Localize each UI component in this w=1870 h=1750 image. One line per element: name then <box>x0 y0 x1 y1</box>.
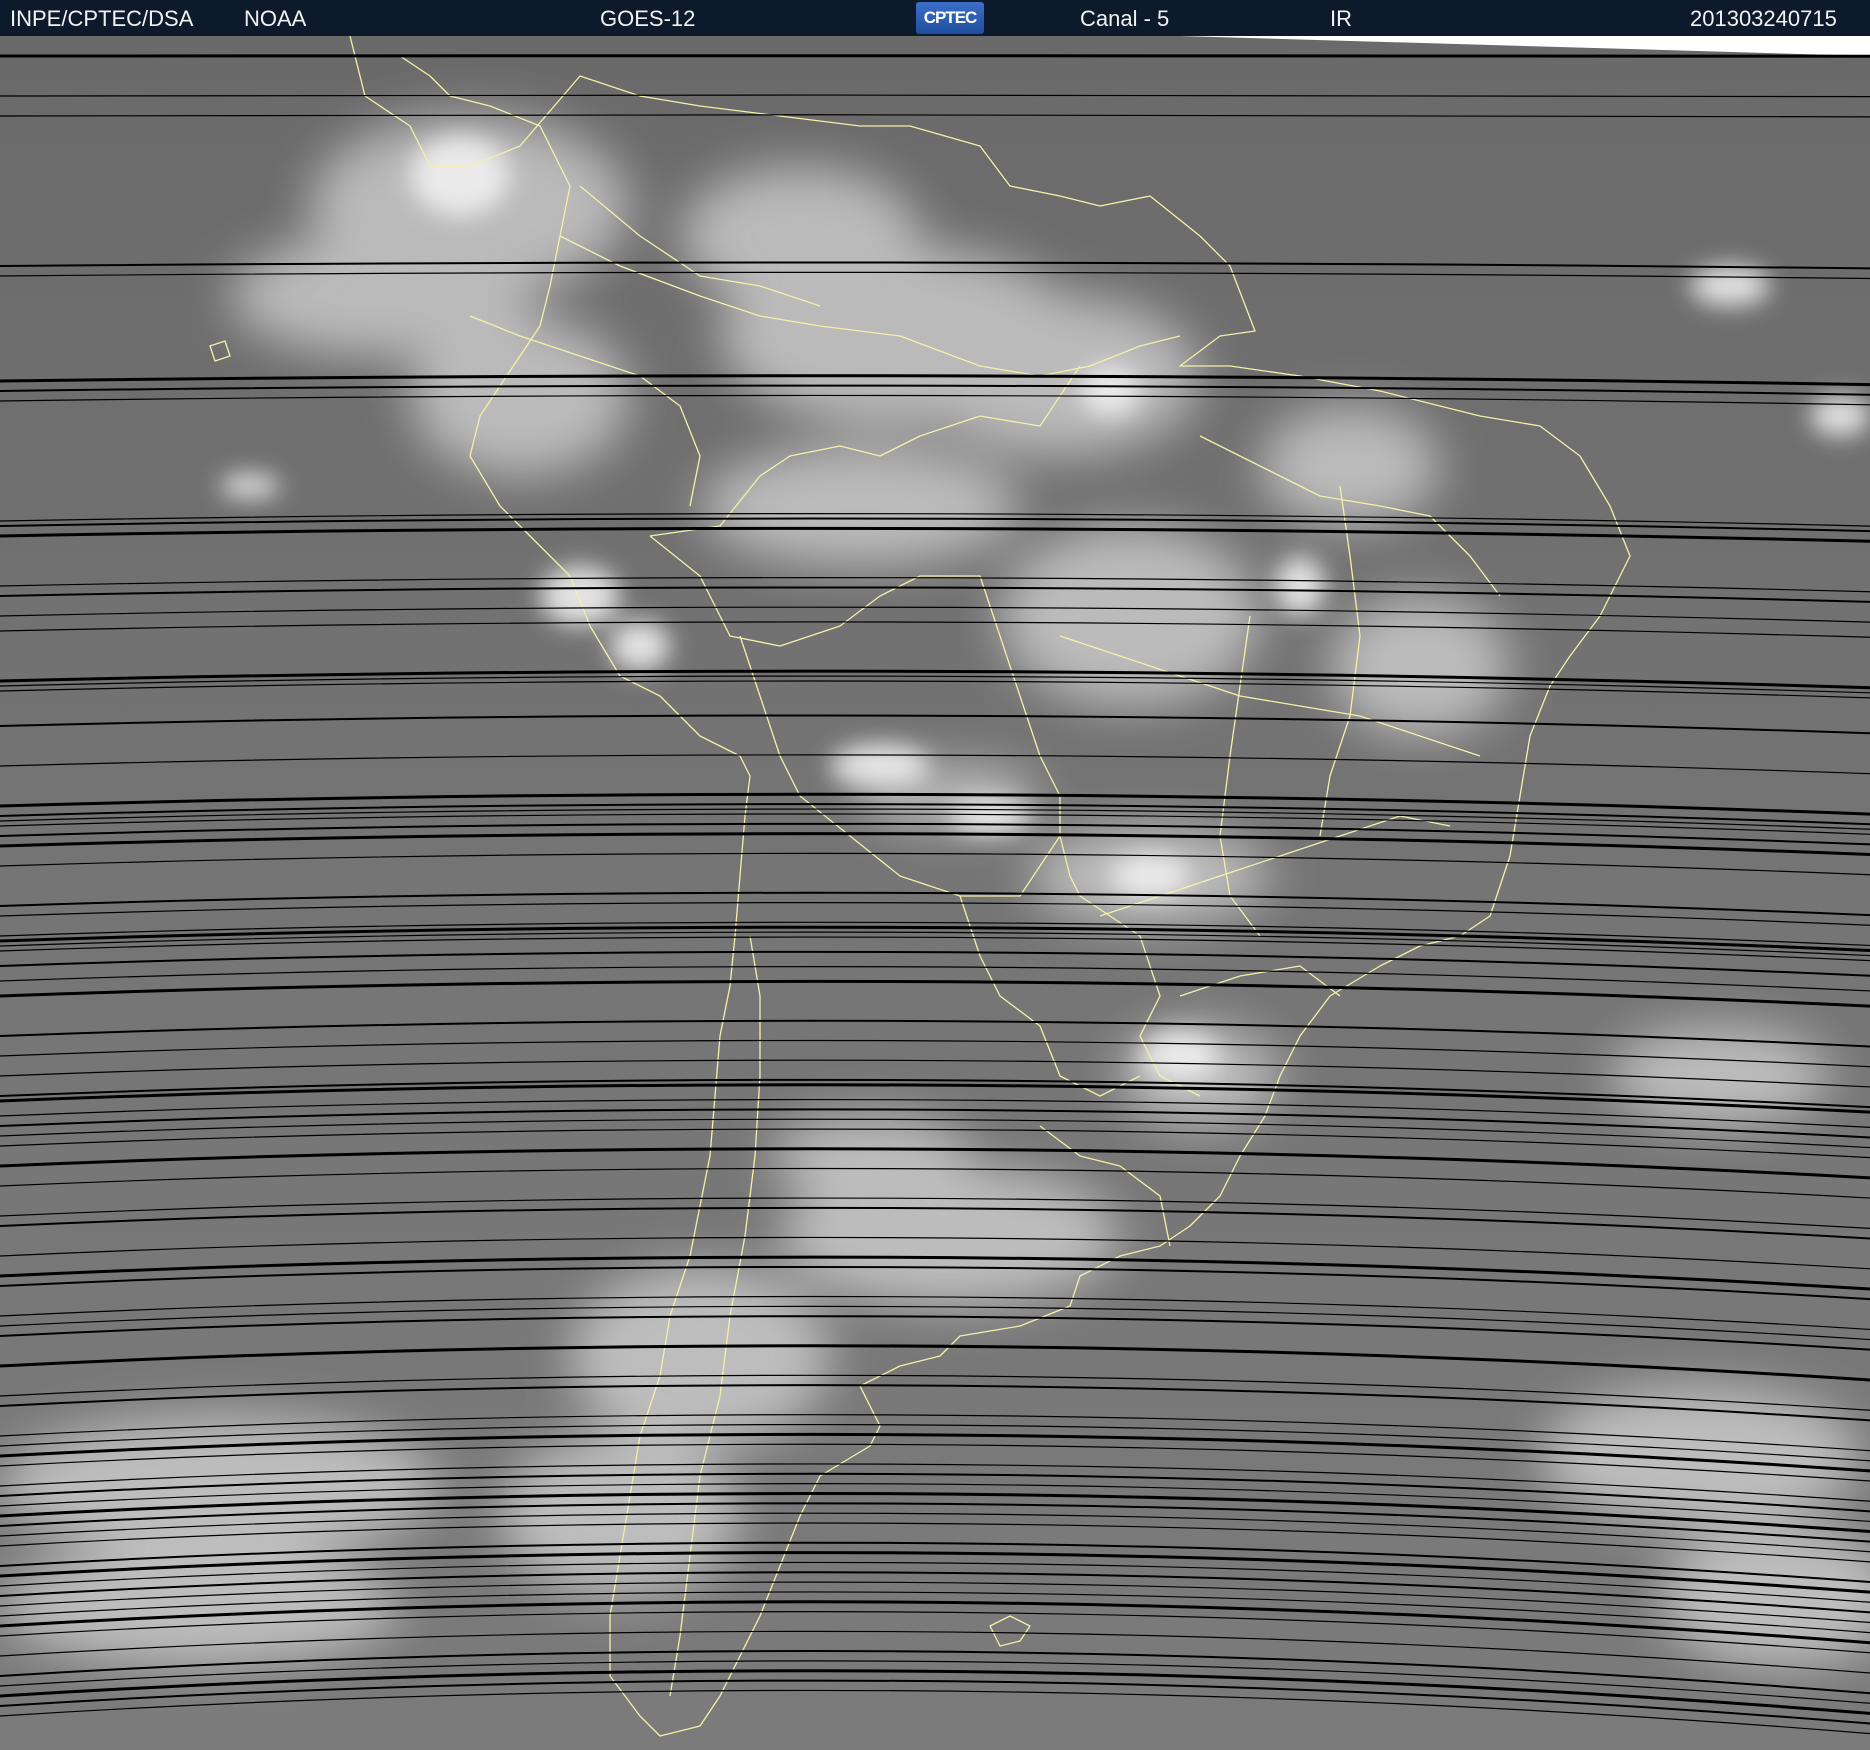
timestamp-label: 201303240715 <box>1690 6 1837 31</box>
provider-label: NOAA <box>244 6 307 31</box>
band-label: IR <box>1330 6 1352 31</box>
logo-text: CPTEC <box>923 8 978 27</box>
image-header: INPE/CPTEC/DSA NOAA GOES-12 CPTEC Canal … <box>0 0 1870 36</box>
channel-label: Canal - 5 <box>1080 6 1170 31</box>
agency-label: INPE/CPTEC/DSA <box>10 6 194 31</box>
satellite-image-svg <box>0 36 1870 1750</box>
satellite-image <box>0 36 1870 1750</box>
cptec-logo: CPTEC <box>916 2 984 34</box>
satellite-label: GOES-12 <box>600 6 696 31</box>
scanline <box>0 54 1870 58</box>
